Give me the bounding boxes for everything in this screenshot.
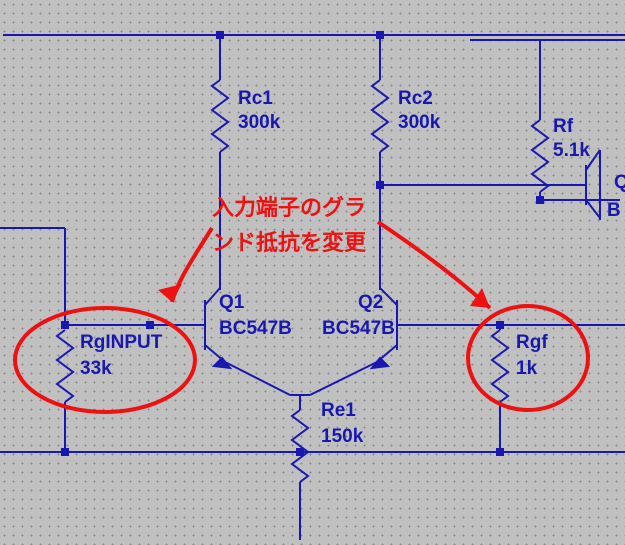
rgf-value: 1k [516,358,537,380]
rc1-value: 300k [238,112,280,134]
annotation-line1: 入力端子のグラ [212,190,366,222]
q1-model: BC547B [219,318,292,340]
q2-model: BC547B [322,318,395,340]
rginput-name: RgINPUT [80,332,162,354]
rf-value: 5.1k [553,140,590,162]
rgf-name: Rgf [516,332,548,354]
re1-value: 150k [321,426,363,448]
annotation-line2: ンド抵抗を変更 [212,225,366,257]
q2-name: Q2 [358,292,383,314]
rc1-name: Rc1 [238,88,273,110]
rc2-value: 300k [398,112,440,134]
rginput-value: 33k [80,358,112,380]
schematic-canvas [0,0,625,545]
q3-model: B [607,200,621,222]
re1-name: Re1 [321,400,356,422]
rf-name: Rf [553,116,573,138]
q3-name: Q [614,172,625,194]
q1-name: Q1 [219,292,244,314]
rc2-name: Rc2 [398,88,433,110]
